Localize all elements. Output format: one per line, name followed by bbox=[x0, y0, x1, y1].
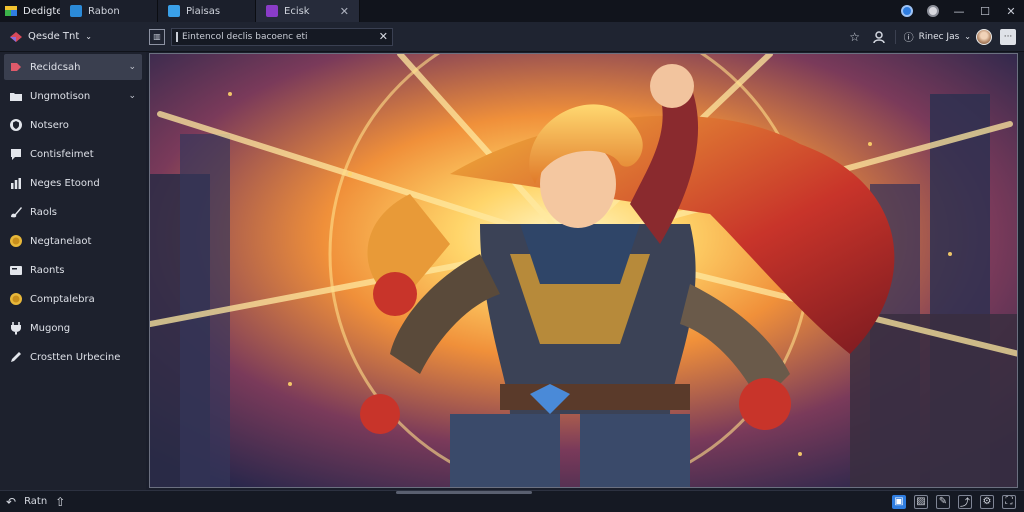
image-view-icon[interactable]: ▨ bbox=[914, 494, 928, 509]
cursor-icon bbox=[176, 31, 178, 42]
pen-icon bbox=[9, 350, 23, 364]
app-brand: Dedigte bbox=[0, 0, 63, 22]
image-viewer[interactable] bbox=[149, 53, 1018, 488]
tag-icon bbox=[9, 60, 23, 74]
coin-icon bbox=[9, 292, 23, 306]
sidebar-item-contisfeimet[interactable]: Contisfeimet bbox=[4, 141, 142, 167]
paint-icon bbox=[266, 5, 278, 17]
sidebar-item-mugong[interactable]: Mugong bbox=[4, 315, 142, 341]
sidebar-item-crostten-urbecine[interactable]: Crostten Urbecine bbox=[4, 344, 142, 370]
status-bar: ↶ Ratn ⇧ ▣ ▨ ✎ ⤴ ⚙ ⛶ bbox=[0, 490, 1024, 512]
sidebar-item-label: Comptalebra bbox=[30, 293, 95, 305]
chart-icon bbox=[9, 176, 23, 190]
chevron-down-icon: ⌄ bbox=[964, 32, 971, 41]
window-controls: — ☐ ✕ bbox=[894, 0, 1024, 22]
chevron-down-icon: ⌄ bbox=[85, 32, 92, 41]
app-window: Dedigte Rabon Piaisas Ecisk ✕ — ☐ ✕ Qesd… bbox=[0, 0, 1024, 512]
sidebar-item-label: Contisfeimet bbox=[30, 148, 94, 160]
folder-icon bbox=[9, 89, 23, 103]
clear-icon[interactable]: ✕ bbox=[379, 30, 388, 43]
avatar[interactable] bbox=[976, 28, 992, 45]
share-icon[interactable]: ⤴ bbox=[958, 494, 972, 509]
edit-icon[interactable]: ✎ bbox=[936, 494, 950, 509]
tab-label: Rabon bbox=[88, 5, 120, 17]
maximize-icon[interactable]: ☐ bbox=[972, 0, 998, 22]
tab-piaisas[interactable]: Piaisas bbox=[158, 0, 256, 22]
sidebar-item-recidcsah[interactable]: Recidcsah ⌄ bbox=[4, 54, 142, 80]
sidebar-item-notsero[interactable]: Notsero bbox=[4, 112, 142, 138]
sidebar-item-ungmotison[interactable]: Ungmotison ⌄ bbox=[4, 83, 142, 109]
back-icon[interactable]: ↶ bbox=[6, 495, 16, 509]
account-icon[interactable] bbox=[920, 0, 946, 22]
menu-icon[interactable]: ··· bbox=[1000, 28, 1016, 45]
star-icon[interactable]: ☆ bbox=[847, 29, 863, 45]
tab-ecisk[interactable]: Ecisk ✕ bbox=[256, 0, 360, 22]
shield-icon bbox=[9, 118, 23, 132]
sidebar-item-comptalebra[interactable]: Comptalebra bbox=[4, 286, 142, 312]
panel-toggle-icon[interactable]: ▥ bbox=[149, 28, 165, 45]
tab-bar: Dedigte Rabon Piaisas Ecisk ✕ — ☐ ✕ bbox=[0, 0, 1024, 22]
sidebar-item-label: Negtanelaot bbox=[30, 235, 92, 247]
sidebar-item-label: Mugong bbox=[30, 322, 71, 334]
close-window-icon[interactable]: ✕ bbox=[998, 0, 1024, 22]
chevron-down-icon: ⌄ bbox=[128, 91, 136, 101]
tab-rabon[interactable]: Rabon bbox=[60, 0, 158, 22]
sidebar-item-raols[interactable]: Raols bbox=[4, 199, 142, 225]
toolbar-right: ☆ ⓘ Rinec Jas ⌄ ··· bbox=[847, 28, 1024, 45]
hero-illustration bbox=[150, 54, 1017, 487]
gallery-icon bbox=[168, 5, 180, 17]
app-name: Dedigte bbox=[23, 5, 63, 17]
toolbar: Qesde Tnt ⌄ ▥ Eintencol declis bacoenc e… bbox=[0, 22, 1024, 52]
tab-label: Piaisas bbox=[186, 5, 221, 17]
sidebar: Recidcsah ⌄ Ungmotison ⌄ Notsero Contisf… bbox=[0, 52, 146, 490]
workspace-label: Qesde Tnt bbox=[28, 31, 80, 42]
sidebar-item-label: Recidcsah bbox=[30, 61, 81, 73]
chevron-down-icon: ⌄ bbox=[128, 62, 136, 72]
horizontal-scrollbar[interactable] bbox=[396, 491, 532, 494]
address-bar[interactable]: Eintencol declis bacoenc eti ✕ bbox=[171, 27, 393, 46]
sync-icon[interactable] bbox=[894, 0, 920, 22]
document-icon bbox=[70, 5, 82, 17]
info-icon: ⓘ bbox=[903, 33, 914, 44]
fullscreen-icon[interactable]: ⛶ bbox=[1002, 494, 1016, 509]
tools-icon[interactable]: ⚙ bbox=[980, 494, 994, 509]
sidebar-item-label: Raonts bbox=[30, 264, 65, 276]
workspace-switcher[interactable]: Qesde Tnt ⌄ bbox=[0, 31, 146, 43]
brush-icon bbox=[9, 205, 23, 219]
sidebar-item-label: Notsero bbox=[30, 119, 69, 131]
close-icon[interactable]: ✕ bbox=[340, 5, 349, 18]
minimize-icon[interactable]: — bbox=[946, 0, 972, 22]
sidebar-item-label: Ungmotison bbox=[30, 90, 91, 102]
app-logo-icon bbox=[4, 4, 18, 18]
coin-icon bbox=[9, 234, 23, 248]
plug-icon bbox=[9, 321, 23, 335]
sidebar-item-label: Crostten Urbecine bbox=[30, 351, 121, 363]
sidebar-item-label: Raols bbox=[30, 206, 57, 218]
back-label[interactable]: Ratn bbox=[24, 496, 47, 507]
status-right: ▣ ▨ ✎ ⤴ ⚙ ⛶ bbox=[892, 494, 1024, 509]
user-icon[interactable] bbox=[871, 29, 887, 45]
user-chip[interactable]: ⓘ Rinec Jas ⌄ bbox=[903, 28, 992, 45]
user-label: Rinec Jas bbox=[918, 31, 960, 42]
status-left: ↶ Ratn ⇧ bbox=[0, 495, 65, 509]
upload-icon[interactable]: ⇧ bbox=[55, 495, 65, 509]
sidebar-item-raonts[interactable]: Raonts bbox=[4, 257, 142, 283]
sidebar-item-label: Neges Etoond bbox=[30, 177, 100, 189]
chat-icon bbox=[9, 147, 23, 161]
sidebar-item-neges-etoond[interactable]: Neges Etoond bbox=[4, 170, 142, 196]
grid-view-icon[interactable]: ▣ bbox=[892, 494, 906, 509]
sidebar-item-negtanelaot[interactable]: Negtanelaot bbox=[4, 228, 142, 254]
workspace-icon bbox=[8, 31, 22, 43]
tab-label: Ecisk bbox=[284, 5, 310, 17]
address-text: Eintencol declis bacoenc eti bbox=[182, 31, 308, 42]
card-icon bbox=[9, 263, 23, 277]
divider bbox=[894, 29, 896, 44]
